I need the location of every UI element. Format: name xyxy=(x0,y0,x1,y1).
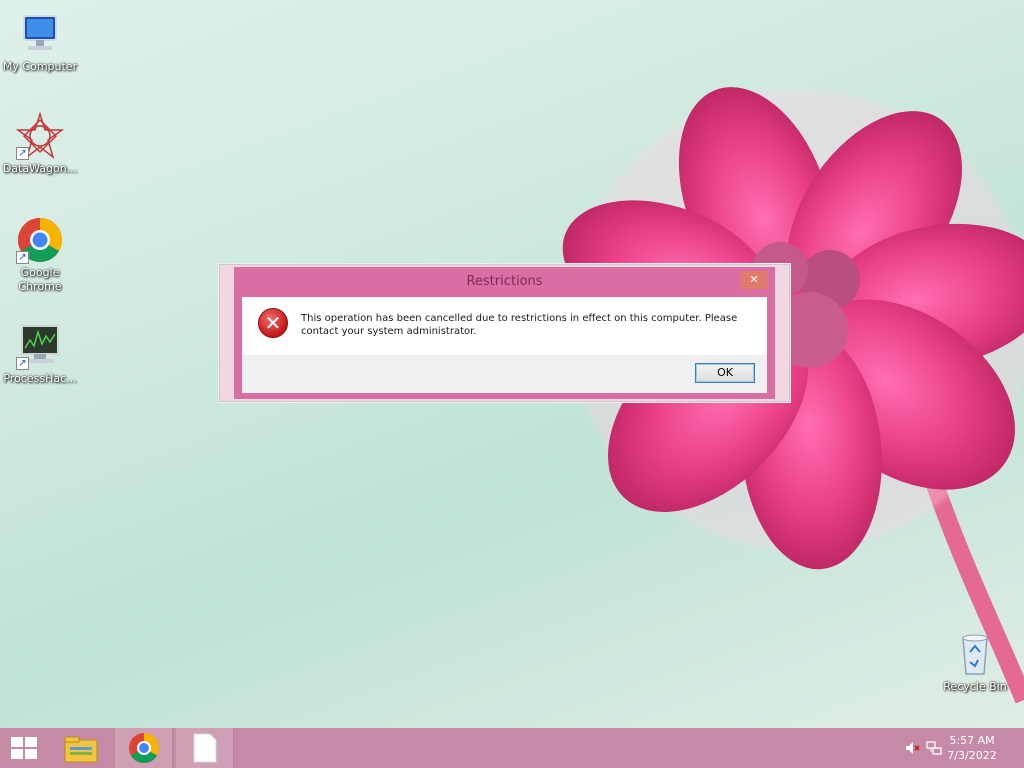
dialog-title: Restrictions xyxy=(466,274,543,289)
taskbar-file-explorer[interactable] xyxy=(52,728,110,768)
shortcut-arrow-icon: ↗ xyxy=(16,251,29,264)
taskbar-chrome[interactable] xyxy=(115,728,173,768)
start-button[interactable] xyxy=(0,728,48,768)
shortcut-arrow-icon: ↗ xyxy=(16,357,29,370)
chrome-icon: ↗ xyxy=(16,216,64,264)
error-icon: ✕ xyxy=(258,308,288,338)
process-hacker-icon: ↗ xyxy=(16,322,64,370)
desktop-icon-label: My Computer xyxy=(2,60,78,73)
close-icon: ✕ xyxy=(749,273,759,286)
clock-time: 5:57 AM xyxy=(949,734,995,747)
taskbar-clock[interactable]: 5:57 AM 7/3/2022 xyxy=(940,733,1004,763)
dialog-body: ✕ This operation has been cancelled due … xyxy=(242,297,767,355)
desktop-icon-label: ProcessHac... xyxy=(3,372,77,385)
chrome-icon xyxy=(129,733,160,764)
ok-button[interactable]: OK xyxy=(695,363,755,383)
desktop-icon-my-computer[interactable]: My Computer xyxy=(0,10,80,74)
desktop-icon-processhacker[interactable]: ↗ ProcessHac... xyxy=(0,322,80,386)
desktop-icon-label: DataWagon... xyxy=(2,162,78,175)
recycle-bin-icon xyxy=(951,630,999,678)
restrictions-dialog: Restrictions ✕ ✕ This operation has been… xyxy=(219,264,790,402)
clock-date: 7/3/2022 xyxy=(947,749,997,762)
dialog-frame: Restrictions ✕ ✕ This operation has been… xyxy=(234,267,775,399)
system-tray: 5:57 AM 7/3/2022 xyxy=(884,728,1024,768)
taskbar-document[interactable] xyxy=(176,728,234,768)
desktop-icon-recycle-bin[interactable]: Recycle Bin xyxy=(935,630,1015,694)
close-button[interactable]: ✕ xyxy=(741,271,767,289)
dialog-message: This operation has been cancelled due to… xyxy=(301,313,738,337)
shortcut-arrow-icon: ↗ xyxy=(16,147,29,160)
volume-muted-icon[interactable] xyxy=(904,740,920,756)
taskbar: 5:57 AM 7/3/2022 xyxy=(0,728,1024,768)
desktop-icon-label: Recycle Bin xyxy=(943,680,1007,693)
desktop-icon-google-chrome[interactable]: ↗ Google Chrome xyxy=(0,216,80,294)
computer-icon xyxy=(16,10,64,58)
dialog-footer: OK xyxy=(242,355,767,393)
desktop-icon-label: Google Chrome xyxy=(18,266,62,293)
blank-document-icon xyxy=(193,733,217,763)
windows-logo-icon xyxy=(11,737,37,759)
file-explorer-icon xyxy=(64,736,98,763)
desktop-icon-datawagon[interactable]: ↗ DataWagon... xyxy=(0,111,80,176)
datawagon-star-icon: ↗ xyxy=(15,111,65,160)
